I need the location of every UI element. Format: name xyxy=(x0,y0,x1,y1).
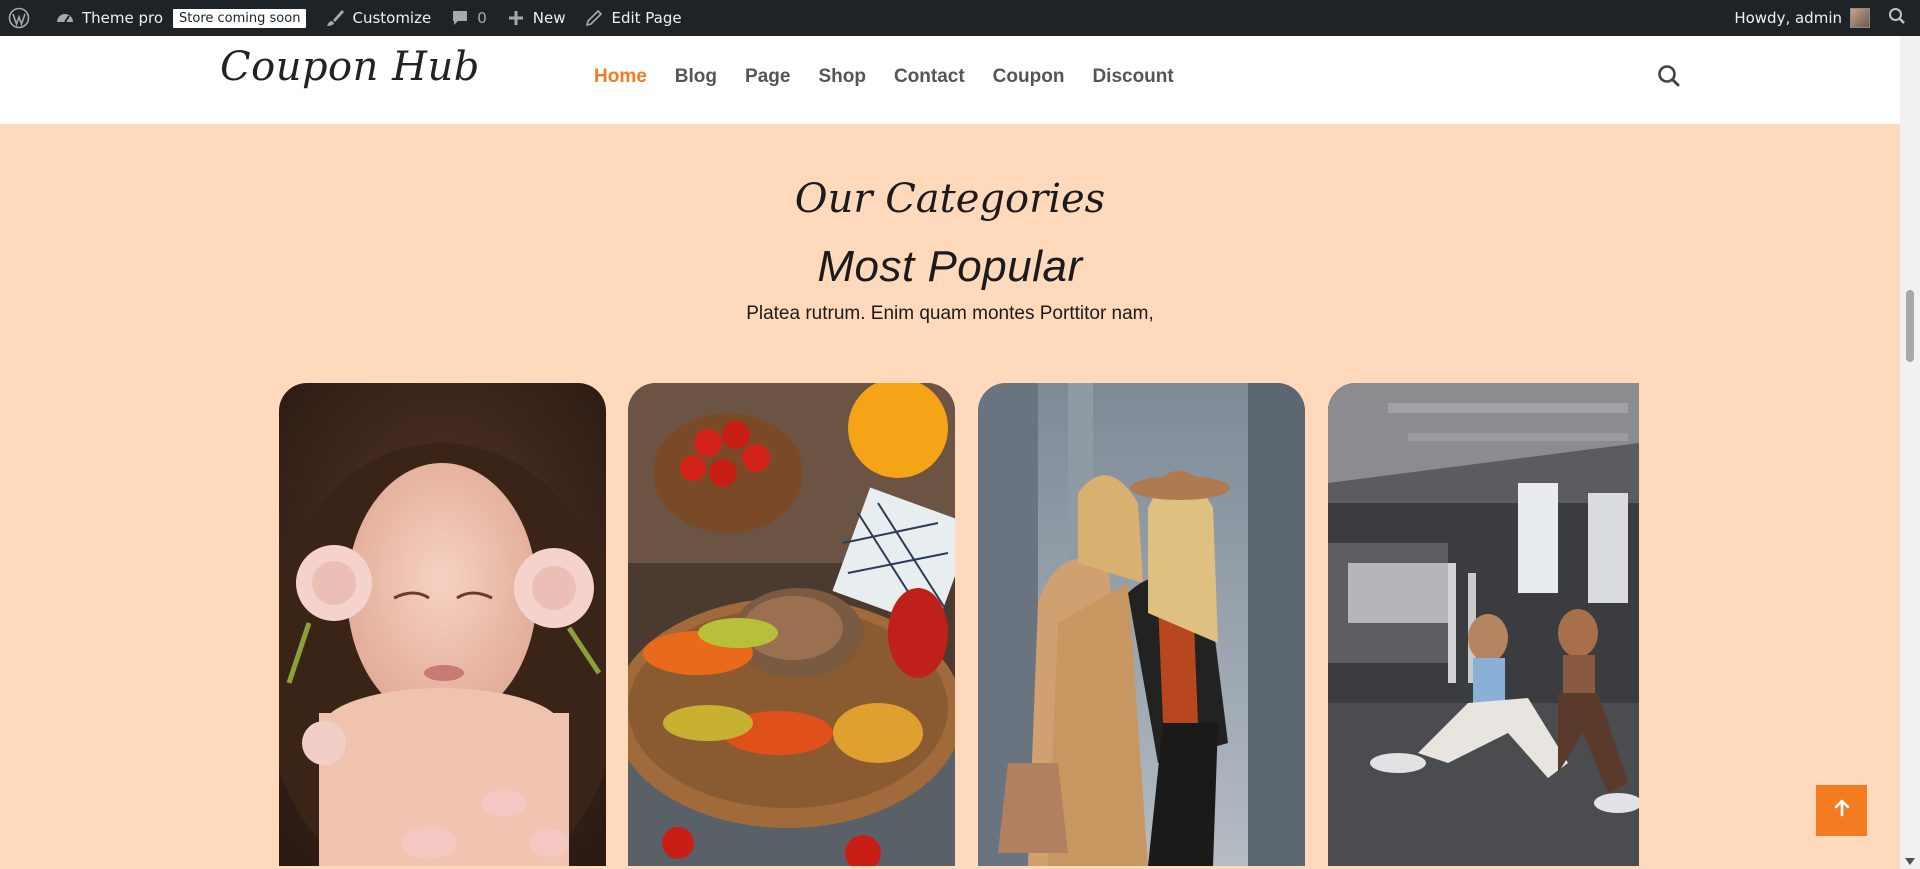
fitness-image xyxy=(1328,383,1639,866)
account-menu[interactable]: Howdy, admin xyxy=(1725,0,1879,36)
section-title: Most Popular xyxy=(817,242,1083,291)
customize-button[interactable]: Customize xyxy=(315,0,440,36)
arrow-up-icon xyxy=(1832,798,1852,823)
category-card-food[interactable] xyxy=(628,383,955,866)
store-status-badge: Store coming soon xyxy=(173,8,307,28)
admin-bar: Theme pro Store coming soon Customize 0 … xyxy=(0,0,1920,36)
pencil-icon xyxy=(583,7,605,29)
nav-item-shop[interactable]: Shop xyxy=(818,66,866,88)
wordpress-icon xyxy=(8,7,30,29)
site-name-label: Theme pro xyxy=(82,9,164,27)
category-card-fitness[interactable] xyxy=(1328,383,1639,866)
scroll-down-arrow-icon[interactable] xyxy=(1905,858,1915,865)
edit-page-label: Edit Page xyxy=(611,9,682,27)
brush-icon xyxy=(324,7,346,29)
plus-icon xyxy=(505,7,527,29)
nav-item-contact[interactable]: Contact xyxy=(894,66,965,88)
avatar xyxy=(1850,8,1870,28)
nav-item-discount[interactable]: Discount xyxy=(1092,66,1173,88)
search-icon xyxy=(1888,7,1906,29)
food-image xyxy=(628,383,955,866)
category-card-fashion[interactable] xyxy=(978,383,1305,866)
comments-count: 0 xyxy=(477,9,487,27)
main-nav: Home Blog Page Shop Contact Coupon Disco… xyxy=(594,66,1202,88)
admin-search-button[interactable] xyxy=(1879,0,1920,36)
fashion-image xyxy=(978,383,1305,866)
comment-icon xyxy=(449,7,471,29)
section-script-title: Our Categories xyxy=(794,176,1106,222)
beauty-image xyxy=(279,383,606,866)
wordpress-logo-button[interactable] xyxy=(0,0,45,36)
nav-item-home[interactable]: Home xyxy=(594,66,647,88)
section-subtitle: Platea rutrum. Enim quam montes Porttito… xyxy=(746,303,1154,324)
page-scrollbar[interactable] xyxy=(1900,36,1920,869)
new-content-button[interactable]: New xyxy=(496,0,575,36)
category-card-beauty[interactable] xyxy=(279,383,606,866)
howdy-label: Howdy, admin xyxy=(1734,9,1842,27)
site-header: Coupon Hub Home Blog Page Shop Contact C… xyxy=(0,36,1900,124)
search-icon xyxy=(1656,65,1682,93)
nav-item-coupon[interactable]: Coupon xyxy=(993,66,1065,88)
site-name-button[interactable]: Theme pro Store coming soon xyxy=(45,0,315,36)
nav-item-page[interactable]: Page xyxy=(745,66,790,88)
site-logo[interactable]: Coupon Hub xyxy=(220,44,480,90)
back-to-top-button[interactable] xyxy=(1816,785,1867,836)
dashboard-icon xyxy=(54,7,76,29)
customize-label: Customize xyxy=(352,9,432,27)
edit-page-button[interactable]: Edit Page xyxy=(574,0,690,36)
new-label: New xyxy=(532,9,566,27)
comments-button[interactable]: 0 xyxy=(440,0,496,36)
header-search-button[interactable] xyxy=(1656,63,1682,89)
scrollbar-thumb[interactable] xyxy=(1906,290,1914,362)
nav-item-blog[interactable]: Blog xyxy=(675,66,717,88)
